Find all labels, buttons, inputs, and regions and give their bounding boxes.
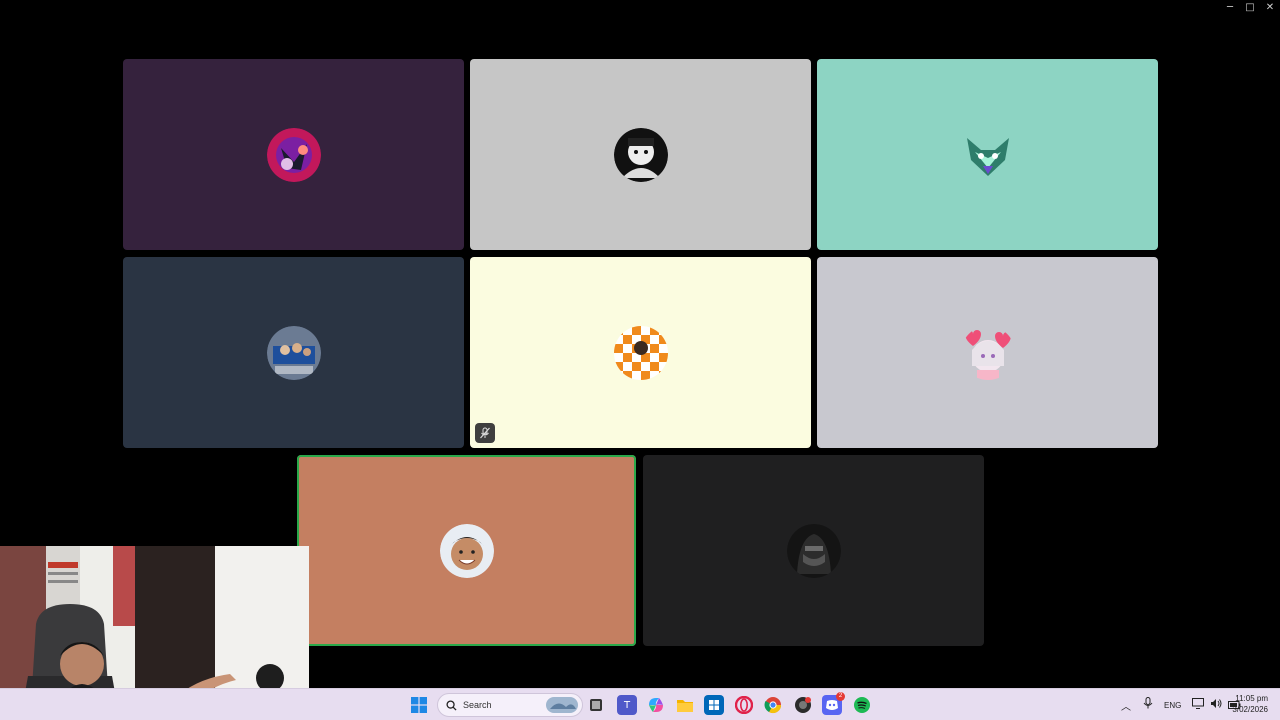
chevron-up-icon[interactable]: ︿: [1118, 698, 1134, 713]
green-fox-avatar: [961, 128, 1015, 182]
orange-checkered-avatar: [613, 325, 668, 380]
participant-tile-7[interactable]: [297, 455, 636, 646]
copilot-icon[interactable]: [646, 695, 666, 715]
participant-tile-6[interactable]: [817, 257, 1158, 448]
window-controls: ─ □ ✕: [1220, 0, 1280, 16]
participant-tile-1[interactable]: [123, 59, 464, 250]
close-button[interactable]: ✕: [1260, 0, 1280, 16]
anime-hearts-avatar: [960, 325, 1015, 380]
screen: ─ □ ✕ Search T 2 ︿ ENG 11:05 pm 3/02/202…: [0, 0, 1280, 720]
spotify-icon[interactable]: [852, 695, 872, 715]
system-tray: ︿ ENG: [1118, 689, 1244, 720]
search-highlight-image: [546, 697, 578, 713]
participant-tile-3[interactable]: [817, 59, 1158, 250]
maximize-button[interactable]: □: [1240, 0, 1260, 16]
blue-group-photo-avatar: [266, 325, 321, 380]
muted-mic-icon: [475, 423, 495, 443]
opera-icon[interactable]: [734, 695, 754, 715]
microphone-icon[interactable]: [1138, 696, 1158, 714]
participant-tile-5[interactable]: [470, 257, 811, 448]
search-placeholder: Search: [463, 700, 492, 710]
clock-date: 3/02/2026: [1232, 705, 1268, 714]
microsoft-store-icon[interactable]: [704, 695, 724, 715]
monitor-icon[interactable]: [1192, 696, 1208, 714]
search-icon: [446, 699, 457, 711]
gaming-app-icon[interactable]: [793, 695, 813, 715]
taskbar: Search T 2 ︿ ENG 11:05 pm 3/02/2026: [0, 688, 1280, 720]
participant-tile-4[interactable]: [123, 257, 464, 448]
dark-hooded-avatar: [786, 523, 841, 578]
black-white-portrait-avatar: [613, 127, 668, 182]
taskbar-search-box[interactable]: Search: [437, 693, 583, 717]
windows-start-icon[interactable]: [409, 695, 429, 715]
volume-icon[interactable]: [1210, 696, 1226, 714]
language-indicator[interactable]: ENG: [1164, 701, 1188, 710]
participant-tile-8[interactable]: [643, 455, 984, 646]
discord-notification-badge: 2: [836, 692, 845, 701]
file-explorer-icon[interactable]: [675, 695, 695, 715]
chrome-icon[interactable]: [763, 695, 783, 715]
taskbar-clock[interactable]: 11:05 pm 3/02/2026: [1232, 693, 1268, 715]
smiling-man-avatar: [439, 523, 494, 578]
clock-time: 11:05 pm: [1235, 694, 1268, 703]
minimize-button[interactable]: ─: [1220, 0, 1240, 16]
red-purple-art-avatar: [266, 127, 321, 182]
teams-icon[interactable]: T: [617, 695, 637, 715]
participant-tile-2[interactable]: [470, 59, 811, 250]
task-view-icon[interactable]: [586, 695, 606, 715]
